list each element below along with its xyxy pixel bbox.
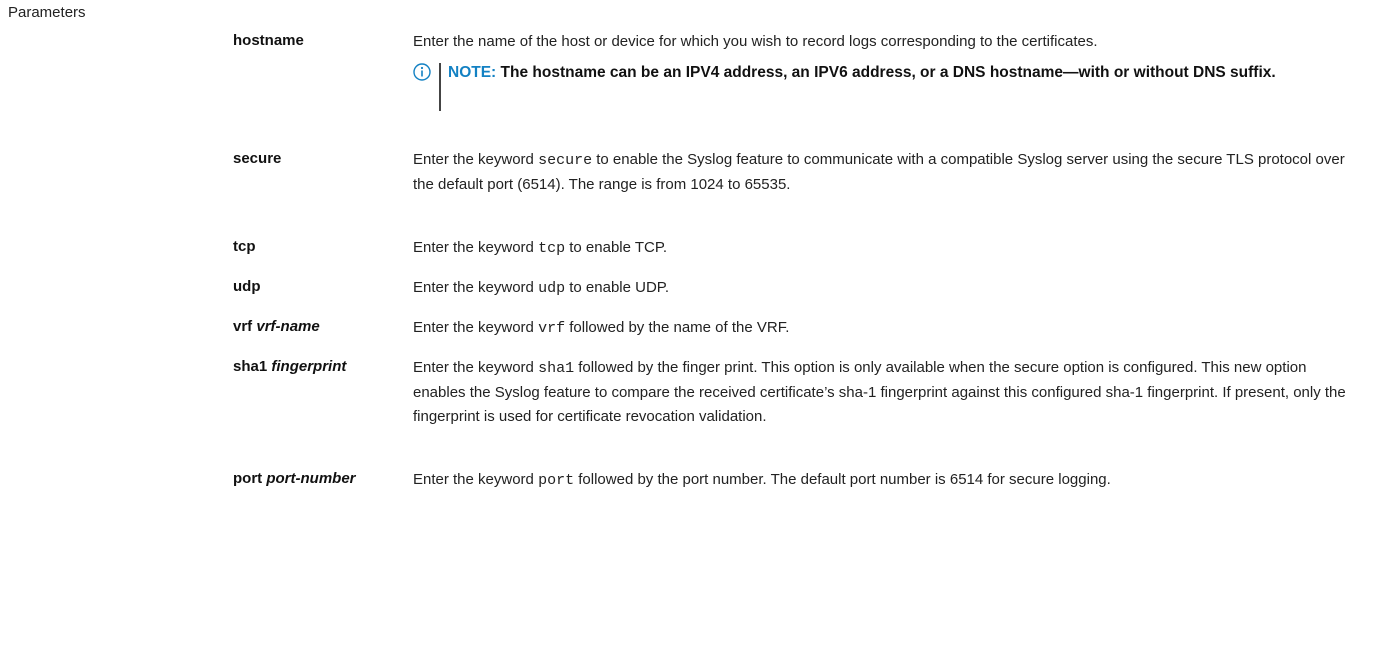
desc-text: followed by the name of the VRF. [565, 319, 790, 336]
section-label: Parameters [8, 4, 86, 21]
info-circle-icon [413, 63, 431, 81]
param-desc-udp: Enter the keyword udp to enable UDP. [413, 276, 1363, 301]
note-label: NOTE: [448, 64, 497, 81]
param-name-udp: udp [233, 278, 261, 295]
param-keyword: tcp [233, 238, 256, 255]
desc-text: to enable UDP. [565, 279, 670, 296]
desc-text: to enable TCP. [565, 239, 668, 256]
param-desc-hostname: Enter the name of the host or device for… [413, 30, 1363, 54]
desc-text: followed by the port number. The default… [574, 471, 1111, 488]
note-body: The hostname can be an IPV4 address, an … [500, 64, 1276, 81]
keyword-code: port [538, 472, 575, 489]
param-desc-tcp: Enter the keyword tcp to enable TCP. [413, 236, 1363, 261]
desc-text: Enter the keyword [413, 279, 539, 296]
desc-text: Enter the keyword [413, 239, 539, 256]
param-argument: port-number [266, 470, 356, 487]
keyword-code: vrf [538, 320, 566, 337]
param-name-vrf: vrf vrf-name [233, 318, 320, 335]
param-name-hostname: hostname [233, 32, 304, 49]
param-keyword: secure [233, 150, 282, 167]
param-name-tcp: tcp [233, 238, 256, 255]
note-text: NOTE: The hostname can be an IPV4 addres… [448, 61, 1348, 85]
keyword-code: sha1 [538, 360, 575, 377]
keyword-code: udp [538, 280, 566, 297]
param-keyword: hostname [233, 32, 304, 49]
param-keyword: port [233, 470, 263, 487]
keyword-code: secure [538, 152, 593, 169]
desc-text: Enter the name of the host or device for… [413, 33, 1098, 50]
param-keyword: udp [233, 278, 261, 295]
param-keyword: vrf [233, 318, 253, 335]
param-name-sha1: sha1 fingerprint [233, 358, 346, 375]
param-desc-vrf: Enter the keyword vrf followed by the na… [413, 316, 1363, 341]
param-argument: vrf-name [256, 318, 320, 335]
note-divider [439, 63, 441, 111]
desc-text: Enter the keyword [413, 359, 539, 376]
param-argument: fingerprint [271, 358, 347, 375]
param-desc-secure: Enter the keyword secure to enable the S… [413, 148, 1363, 197]
desc-text: Enter the keyword [413, 319, 539, 336]
desc-text: Enter the keyword [413, 471, 539, 488]
param-name-port: port port-number [233, 470, 356, 487]
param-desc-sha1: Enter the keyword sha1 followed by the f… [413, 356, 1363, 429]
keyword-code: tcp [538, 240, 566, 257]
desc-text: Enter the keyword [413, 151, 539, 168]
param-desc-port: Enter the keyword port followed by the p… [413, 468, 1363, 493]
param-name-secure: secure [233, 150, 281, 167]
param-keyword: sha1 [233, 358, 268, 375]
